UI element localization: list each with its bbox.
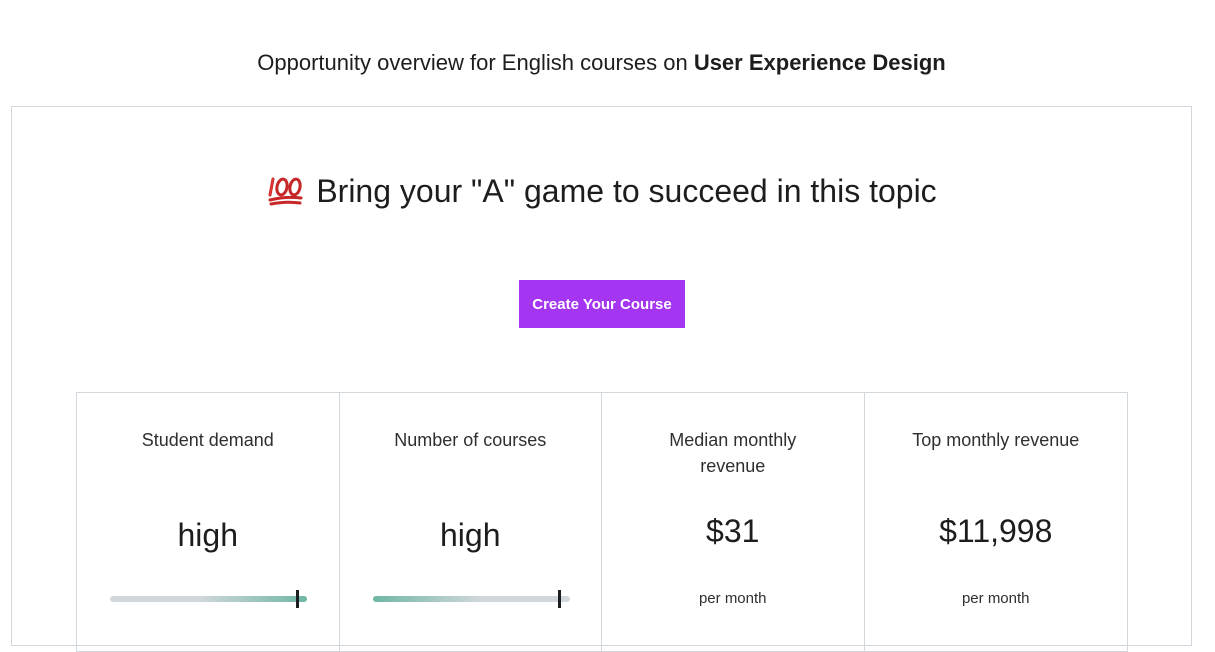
headline: Bring your "A" game to succeed in this t… xyxy=(12,173,1193,210)
student-demand-meter xyxy=(110,590,307,608)
stat-student-demand: Student demand high xyxy=(77,393,340,651)
stat-label: Median monthly revenue xyxy=(669,430,797,476)
meter-marker xyxy=(558,590,562,608)
stat-label: Number of courses xyxy=(394,430,547,450)
create-course-button[interactable]: Create Your Course xyxy=(519,280,685,328)
page-title-prefix: Opportunity overview for English courses… xyxy=(257,50,694,75)
stat-value: high xyxy=(440,517,501,553)
stat-value: $31 xyxy=(706,513,760,549)
page-title: Opportunity overview for English courses… xyxy=(0,50,1203,76)
stat-value: high xyxy=(177,517,239,553)
opportunity-card: Bring your "A" game to succeed in this t… xyxy=(11,106,1193,652)
page-title-topic: User Experience Design xyxy=(693,50,946,75)
stats-grid: Student demand high Number of courses hi… xyxy=(76,392,1128,652)
stat-label: Student demand xyxy=(141,430,274,450)
stat-label: Top monthly revenue xyxy=(912,430,1080,450)
headline-text: Bring your "A" game to succeed in this t… xyxy=(316,173,937,209)
hundred-points-icon xyxy=(268,177,303,205)
stat-sub: per month xyxy=(698,590,767,607)
stat-value: $11,998 xyxy=(939,513,1053,549)
number-of-courses-meter xyxy=(372,590,570,608)
stat-top-monthly-revenue: Top monthly revenue $11,998 per month xyxy=(865,393,1128,651)
meter-marker xyxy=(295,590,299,608)
stat-median-monthly-revenue: Median monthly revenue $31 per month xyxy=(602,393,865,651)
stat-sub: per month xyxy=(961,590,1030,607)
stat-number-of-courses: Number of courses high xyxy=(340,393,602,651)
